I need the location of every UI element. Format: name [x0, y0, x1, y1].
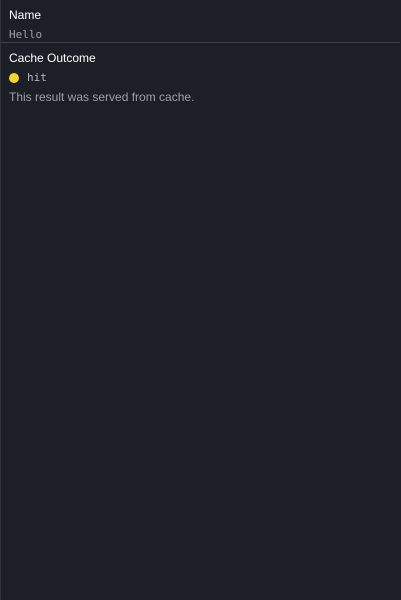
name-section: Name Hello	[1, 0, 400, 43]
cache-status-value: hit	[27, 71, 47, 84]
cache-status-row: hit	[9, 71, 392, 85]
details-panel: Name Hello Cache Outcome hit This result…	[0, 0, 400, 600]
name-value: Hello	[9, 28, 43, 41]
cache-outcome-label: Cache Outcome	[9, 51, 96, 65]
status-dot-icon	[9, 73, 19, 83]
cache-description: This result was served from cache.	[9, 90, 195, 104]
cache-outcome-section: Cache Outcome hit This result was served…	[1, 43, 400, 104]
name-label: Name	[9, 8, 42, 22]
